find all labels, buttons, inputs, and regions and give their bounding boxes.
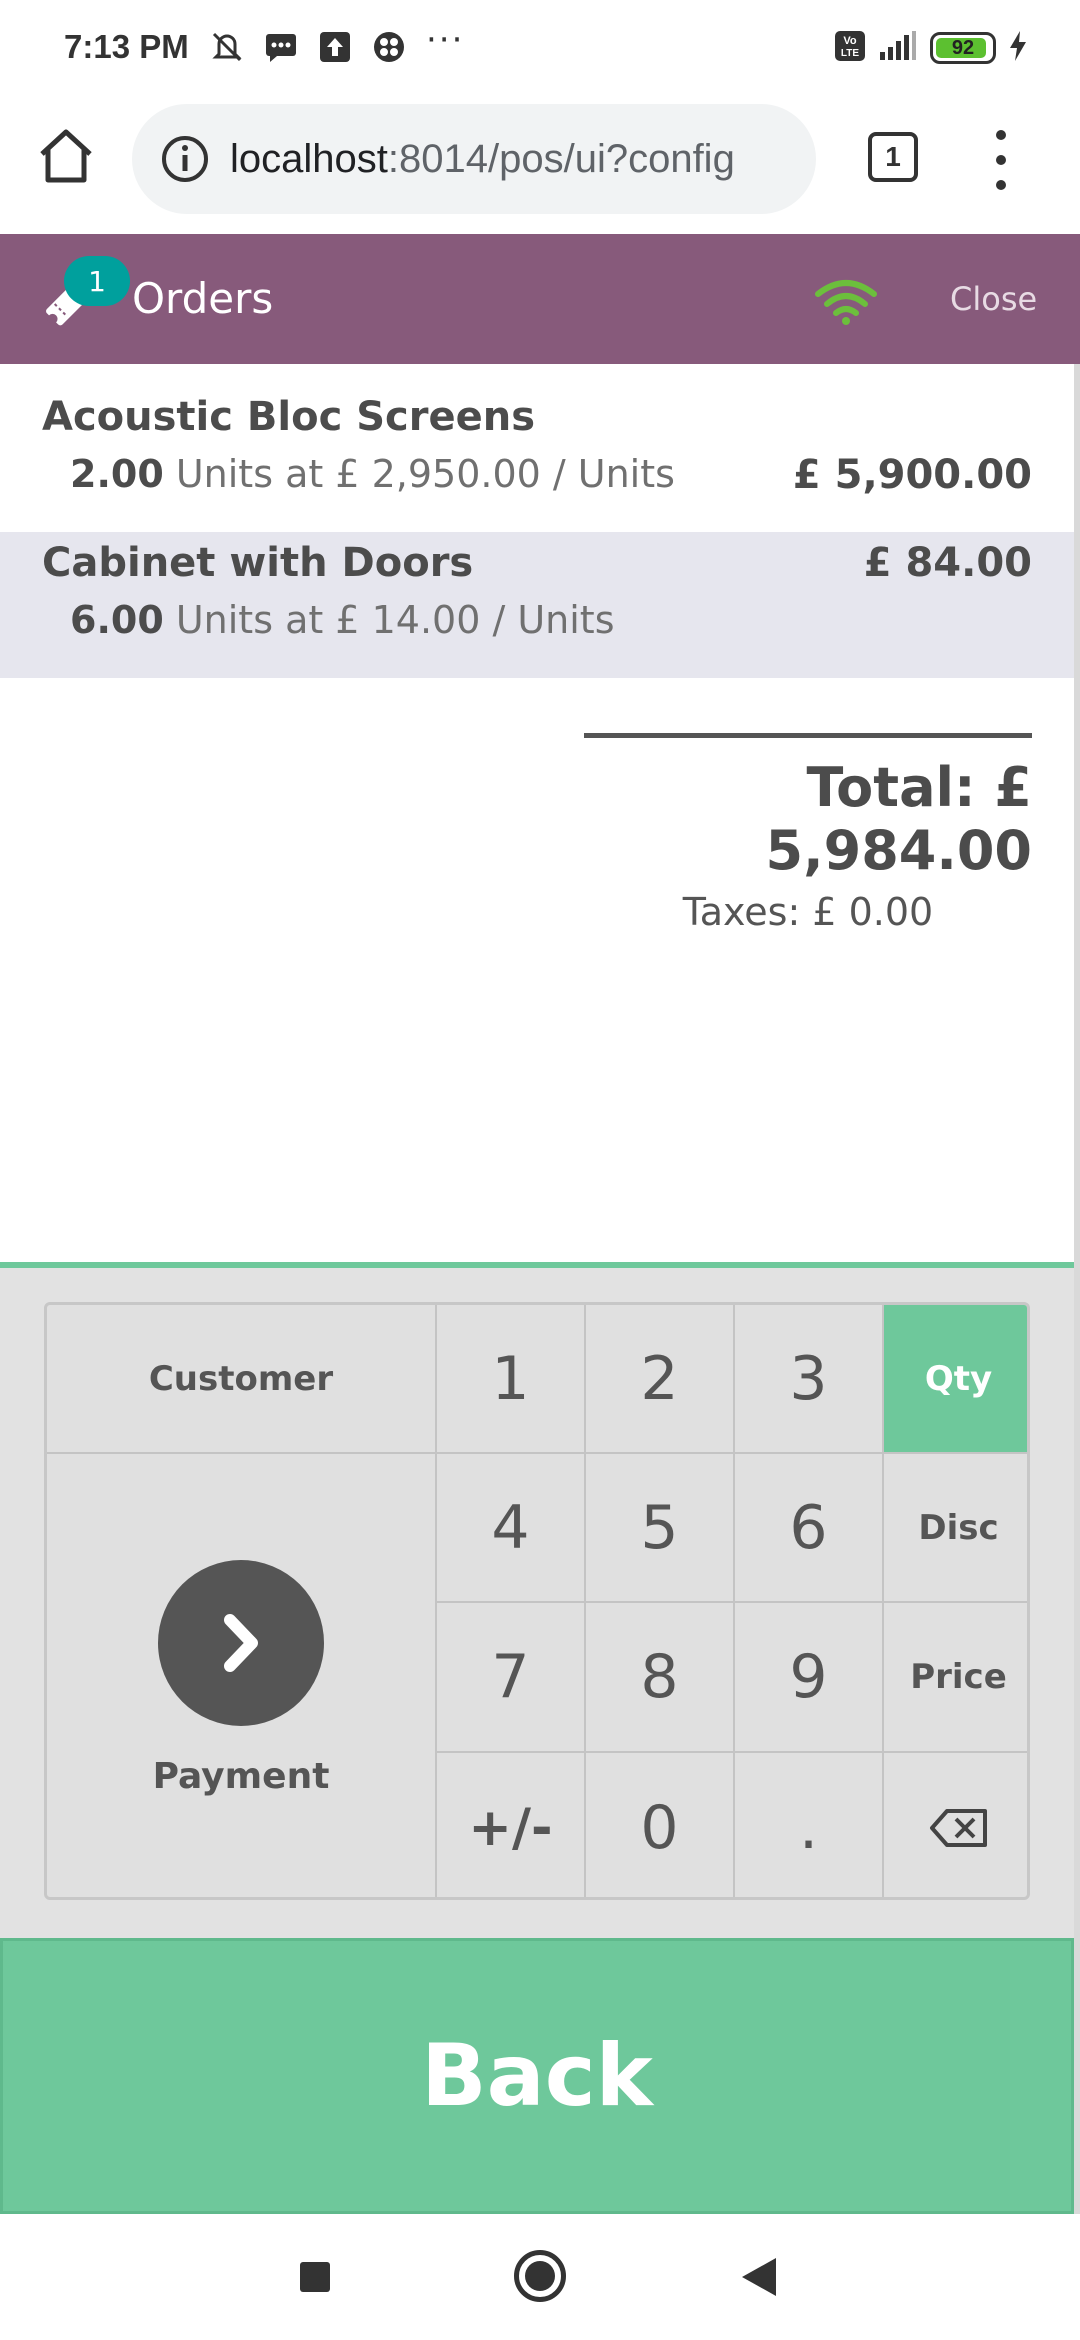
numpad-3[interactable]: 3 [735, 1305, 884, 1454]
order-line-unit-price: Units at £ 2,950.00 / Units [163, 452, 675, 496]
orders-count-badge[interactable]: 1 [64, 256, 130, 306]
upload-icon [318, 30, 352, 64]
order-line-price: £ 84.00 [863, 540, 1032, 586]
wifi-icon [815, 280, 877, 325]
order-line-unit-price: Units at £ 14.00 / Units [163, 598, 615, 642]
message-icon [264, 30, 298, 64]
site-info-icon[interactable] [160, 134, 210, 184]
charging-icon [1008, 30, 1028, 66]
system-navigation-bar [0, 2214, 1080, 2340]
control-pads: Customer Payment 1 2 3 Qty 4 5 6 Disc 7 … [0, 1262, 1074, 1938]
url-host: localhost [230, 136, 388, 181]
app-icon [372, 30, 406, 64]
tab-switcher-button[interactable]: 1 [868, 132, 918, 182]
back-label: Back [421, 2026, 653, 2126]
order-line-price: £ 5,900.00 [792, 452, 1032, 498]
status-bar: 7:13 PM ··· Vo LTE 92 [0, 0, 1080, 96]
system-back-icon[interactable] [742, 2258, 776, 2296]
browser-menu-icon[interactable] [986, 130, 1016, 190]
numpad-1[interactable]: 1 [437, 1305, 586, 1454]
signal-icon [878, 30, 918, 66]
order-taxes: Taxes: £ 0.00 [682, 890, 934, 934]
order-line-info: 6.00 Units at £ 14.00 / Units [70, 598, 615, 642]
payment-button[interactable]: Payment [47, 1454, 437, 1897]
numpad-6[interactable]: 6 [735, 1454, 884, 1603]
numpad-2[interactable]: 2 [586, 1305, 735, 1454]
scrollbar-track [1074, 364, 1080, 2214]
numpad-plus-minus[interactable]: +/- [437, 1753, 586, 1897]
url-path: :8014/pos/ui?config [387, 136, 735, 181]
browser-toolbar: localhost:8014/pos/ui?config 1 [0, 96, 1080, 234]
close-button[interactable]: Close [950, 280, 1037, 318]
back-button[interactable]: Back [0, 1938, 1074, 2214]
status-notification-icons: ··· [210, 20, 464, 64]
mode-qty-button[interactable]: Qty [884, 1305, 1027, 1454]
recents-icon[interactable] [300, 2262, 330, 2292]
browser-home-button[interactable] [34, 124, 98, 188]
order-line-qty: 6.00 [70, 598, 164, 642]
status-system-icons: Vo LTE 92 [834, 30, 1028, 66]
backspace-icon [929, 1809, 987, 1847]
numpad-decimal[interactable]: . [735, 1753, 884, 1897]
chevron-right-icon [224, 1614, 258, 1672]
numpad-5[interactable]: 5 [586, 1454, 735, 1603]
url-text[interactable]: localhost:8014/pos/ui?config [230, 137, 735, 182]
order-line-info: 2.00 Units at £ 2,950.00 / Units [70, 452, 675, 496]
volte-icon: Vo LTE [834, 30, 866, 66]
battery-icon: 92 [930, 32, 996, 64]
payment-label: Payment [152, 1756, 330, 1797]
battery-percent: 92 [951, 36, 975, 59]
numpad-9[interactable]: 9 [735, 1603, 884, 1753]
address-bar[interactable]: localhost:8014/pos/ui?config [132, 104, 816, 214]
pos-header: 1 Orders Close [0, 234, 1080, 364]
payment-circle [158, 1560, 324, 1726]
order-line-product: Acoustic Bloc Screens [42, 394, 536, 440]
mode-disc-button[interactable]: Disc [884, 1454, 1027, 1603]
mute-icon [210, 30, 244, 64]
order-total: Total: £ 5,984.00 [765, 756, 1032, 882]
svg-text:Vo: Vo [843, 35, 857, 47]
numpad-4[interactable]: 4 [437, 1454, 586, 1603]
system-home-icon[interactable] [514, 2250, 566, 2302]
status-time: 7:13 PM [64, 28, 189, 65]
order-line-selected[interactable]: Cabinet with Doors £ 84.00 6.00 Units at… [0, 532, 1074, 678]
home-icon [40, 129, 92, 183]
numpad-backspace[interactable] [884, 1753, 1027, 1897]
more-notifications-icon: ··· [426, 20, 465, 60]
mode-price-button[interactable]: Price [884, 1603, 1027, 1753]
numpad-8[interactable]: 8 [586, 1603, 735, 1753]
numpad-7[interactable]: 7 [437, 1603, 586, 1753]
order-line-product: Cabinet with Doors [42, 540, 474, 586]
numpad-0[interactable]: 0 [586, 1753, 735, 1897]
order-summary: Total: £ 5,984.00 Taxes: £ 0.00 [584, 733, 1032, 934]
order-line-qty: 2.00 [70, 452, 164, 496]
customer-button[interactable]: Customer [47, 1305, 437, 1454]
order-line[interactable]: Acoustic Bloc Screens £ 5,900.00 2.00 Un… [0, 364, 1074, 510]
numpad: Customer Payment 1 2 3 Qty 4 5 6 Disc 7 … [44, 1302, 1030, 1900]
svg-text:LTE: LTE [841, 48, 859, 59]
orders-button[interactable]: Orders [132, 274, 273, 323]
